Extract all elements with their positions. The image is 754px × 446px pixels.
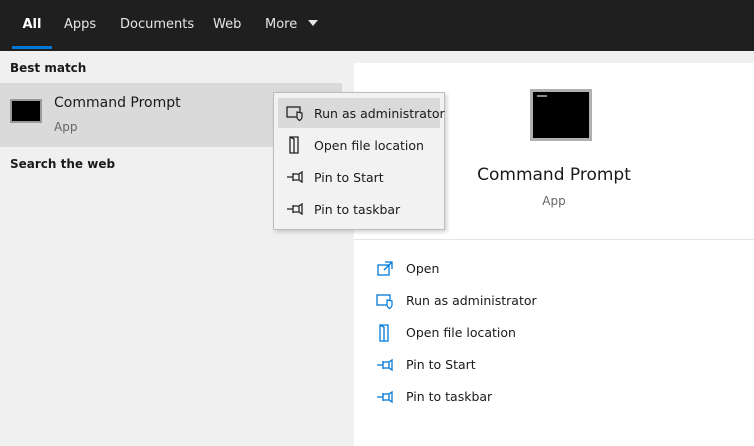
ctx-run-as-administrator-label: Run as administrator [314,106,445,121]
preview-divider [354,239,754,240]
active-tab-indicator [12,46,52,49]
tab-more-label: More [265,17,298,32]
file-location-icon [379,324,389,342]
tab-web[interactable]: Web [213,0,241,51]
pin-icon [287,202,303,216]
action-pin-to-start-label: Pin to Start [406,357,476,372]
result-title: Command Prompt [54,95,181,111]
terminal-icon [530,89,592,141]
tab-more[interactable]: More [265,0,319,51]
pin-icon [377,390,393,404]
prompt-cursor [537,95,547,97]
terminal-icon [10,99,42,123]
action-run-as-administrator-label: Run as administrator [406,293,537,308]
action-open-file-location-label: Open file location [406,325,516,340]
ctx-open-file-location[interactable]: Open file location [278,130,440,160]
tab-apps[interactable]: Apps [64,0,96,51]
action-open-label: Open [406,261,440,276]
action-pin-to-taskbar-label: Pin to taskbar [406,389,493,404]
tab-web-label: Web [213,17,242,32]
ctx-pin-to-taskbar[interactable]: Pin to taskbar [278,194,440,224]
tab-documents[interactable]: Documents [120,0,194,51]
search-web-header: Search the web [10,157,116,171]
tab-documents-label: Documents [120,17,195,32]
tab-all[interactable]: All [12,0,52,51]
open-icon [377,261,393,276]
ctx-pin-to-start-label: Pin to Start [314,170,384,185]
tab-apps-label: Apps [64,17,97,32]
tab-all-label: All [22,17,42,32]
shield-icon [376,294,393,310]
ctx-pin-to-taskbar-label: Pin to taskbar [314,202,401,217]
context-menu: Run as administrator Open file location … [273,92,445,230]
ctx-pin-to-start[interactable]: Pin to Start [278,162,440,192]
chevron-down-icon [308,20,319,26]
ctx-open-file-location-label: Open file location [314,138,424,153]
pin-icon [377,358,393,372]
ctx-run-as-administrator[interactable]: Run as administrator [278,98,445,128]
best-match-header: Best match [10,61,87,75]
search-tab-bar: All Apps Documents Web More [0,0,754,51]
shield-icon [286,106,303,122]
pin-icon [287,170,303,184]
result-subtitle: App [54,120,78,134]
file-location-icon [289,136,299,154]
